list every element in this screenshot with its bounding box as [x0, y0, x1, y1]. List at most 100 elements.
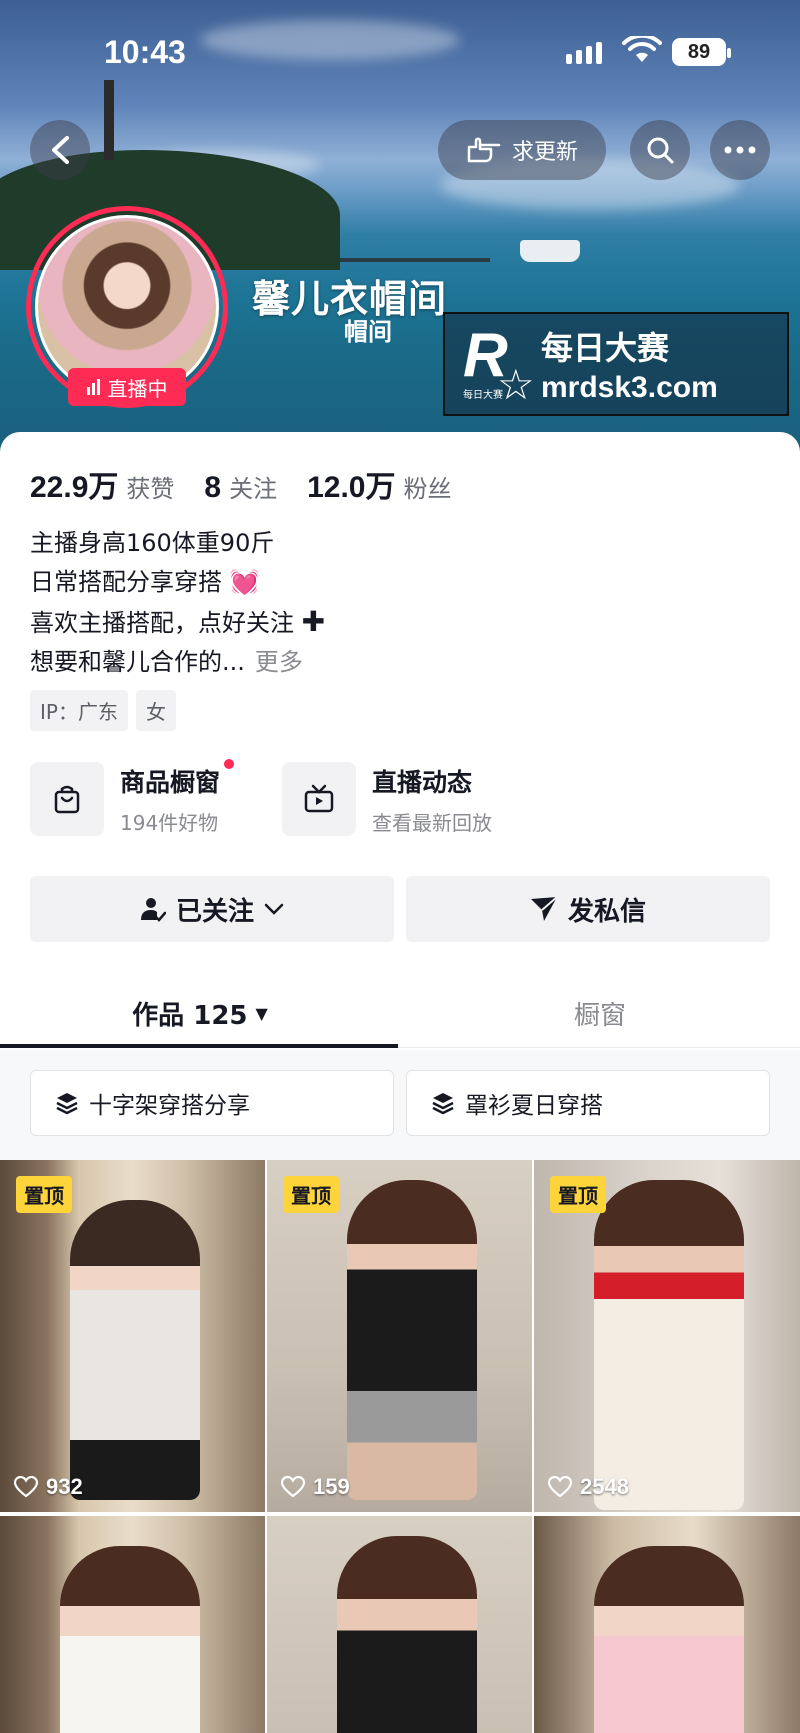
bio-line-text: 喜欢主播搭配，点好关注	[30, 609, 294, 637]
video-thumbnail[interactable]	[267, 1516, 532, 1733]
heart-outline-icon	[281, 1476, 305, 1498]
shopping-bag-icon	[30, 762, 104, 836]
bio-line-text: 日常搭配分享穿搭	[30, 568, 222, 596]
more-dots-icon	[724, 146, 756, 154]
shop-window-title: 商品橱窗	[120, 767, 221, 797]
content-tabs: 作品 125 ▼ 橱窗	[0, 980, 800, 1048]
profile-stats: 22.9万 获赞 8 关注 12.0万 粉丝	[30, 462, 451, 506]
search-button[interactable]	[630, 120, 690, 180]
stat-followers-value: 12.0万	[307, 471, 396, 504]
watermark-logo: R ☆ 每日大赛	[463, 321, 535, 409]
user-check-icon	[140, 898, 166, 922]
video-thumbnail[interactable]	[534, 1516, 800, 1733]
tab-works[interactable]: 作品 125 ▼	[0, 980, 400, 1048]
live-badge-label: 直播中	[107, 376, 168, 401]
model-figure	[594, 1546, 744, 1733]
model-figure	[594, 1180, 744, 1510]
layers-icon	[56, 1093, 78, 1115]
bio-line-text: 想要和馨儿合作的...	[30, 648, 245, 676]
collection-chip[interactable]: 罩衫夏日穿搭	[406, 1070, 770, 1136]
video-thumbnail[interactable]: 置顶 932	[0, 1160, 265, 1512]
gender-tag: 女	[135, 690, 176, 731]
watermark-brand: 每日大赛	[541, 329, 670, 367]
video-likes-count: 159	[313, 1474, 350, 1499]
video-thumbnail[interactable]	[0, 1516, 265, 1733]
pinned-badge: 置顶	[550, 1176, 606, 1213]
video-thumbnail[interactable]: 置顶 159	[267, 1160, 532, 1512]
request-update-button[interactable]: 求更新	[438, 120, 606, 180]
live-bars-icon	[86, 379, 100, 395]
profile-banner: 10:43 89 求更新 直播中 馨儿衣帽间 帽间 R ☆ 每日大赛 每日大赛 …	[0, 0, 800, 470]
profile-tags: IP：广东 女	[30, 690, 176, 731]
chevron-left-icon	[52, 136, 69, 164]
pier	[340, 258, 490, 262]
live-updates-title: 直播动态	[372, 767, 473, 797]
send-icon	[530, 896, 558, 921]
video-likes-count: 932	[46, 1474, 83, 1499]
ip-location-tag: IP：广东	[30, 690, 128, 731]
video-likes: 2548	[548, 1474, 629, 1500]
pointing-hand-icon	[467, 137, 501, 163]
search-icon	[647, 137, 674, 164]
shop-window-entry[interactable]: 商品橱窗 194件好物	[30, 758, 252, 836]
stat-following[interactable]: 8 关注	[204, 469, 277, 505]
following-button[interactable]: 已关注	[30, 876, 394, 942]
live-updates-subtitle: 查看最新回放	[372, 810, 492, 835]
collection-label: 罩衫夏日穿搭	[465, 1093, 603, 1119]
model-figure	[337, 1536, 477, 1733]
video-likes-count: 2548	[580, 1474, 629, 1499]
layers-icon	[432, 1093, 454, 1115]
stat-followers[interactable]: 12.0万 粉丝	[307, 462, 451, 506]
video-grid: 置顶 932 置顶 159 置顶 2548	[0, 1160, 800, 1733]
video-likes: 932	[14, 1474, 83, 1500]
feature-entries: 商品橱窗 194件好物 直播动态 查看最新回放	[30, 758, 504, 836]
status-time: 10:43	[104, 34, 186, 70]
tab-showcase[interactable]: 橱窗	[400, 980, 800, 1047]
tv-icon	[282, 762, 356, 836]
watermark-small-text: 每日大赛	[463, 390, 503, 401]
stat-likes-value: 22.9万	[30, 471, 119, 504]
bio-line: 喜欢主播搭配，点好关注 ✚	[30, 602, 325, 643]
tab-showcase-label: 橱窗	[573, 1001, 626, 1031]
heart-icon: 💓	[229, 568, 260, 596]
stat-likes-label: 获赞	[126, 475, 175, 503]
send-message-label: 发私信	[567, 896, 646, 927]
heart-outline-icon	[14, 1476, 38, 1498]
pinned-badge: 置顶	[16, 1176, 72, 1213]
signal-icon	[566, 42, 602, 64]
bio-line: 日常搭配分享穿搭 💓	[30, 563, 325, 602]
video-thumbnail[interactable]: 置顶 2548	[534, 1160, 800, 1512]
chevron-down-icon	[264, 903, 284, 915]
shop-window-subtitle: 194件好物	[120, 810, 219, 835]
following-label: 已关注	[175, 896, 254, 927]
collection-label: 十字架穿搭分享	[89, 1093, 250, 1119]
collections-bar: 十字架穿搭分享 罩衫夏日穿搭	[0, 1050, 800, 1160]
battery-indicator: 89	[672, 38, 731, 66]
shop-subtitle: 帽间	[344, 318, 392, 346]
heart-outline-icon	[548, 1476, 572, 1498]
bio-more-link[interactable]: 更多	[255, 648, 303, 676]
watermark-url: mrdsk3.com	[541, 371, 718, 404]
wifi-icon	[622, 36, 662, 62]
request-update-label: 求更新	[511, 140, 578, 165]
collection-chip[interactable]: 十字架穿搭分享	[30, 1070, 394, 1136]
profile-actions: 已关注 发私信	[30, 876, 770, 942]
tab-works-label: 作品 125	[132, 1001, 248, 1031]
model-figure	[347, 1180, 477, 1500]
notification-dot	[224, 758, 235, 769]
plus-icon: ✚	[301, 605, 326, 638]
video-likes: 159	[281, 1474, 350, 1500]
live-badge[interactable]: 直播中	[68, 368, 186, 406]
stat-following-value: 8	[204, 471, 222, 504]
stat-following-label: 关注	[229, 475, 278, 503]
live-updates-entry[interactable]: 直播动态 查看最新回放	[282, 762, 504, 836]
stat-likes[interactable]: 22.9万 获赞	[30, 462, 174, 506]
pinned-badge: 置顶	[283, 1176, 339, 1213]
back-button[interactable]	[30, 120, 90, 180]
model-figure	[70, 1200, 200, 1500]
status-bar: 10:43 89	[0, 0, 800, 100]
more-options-button[interactable]	[710, 120, 770, 180]
bio-line: 想要和馨儿合作的... 更多	[30, 643, 325, 682]
profile-bio[interactable]: 主播身高160体重90斤 日常搭配分享穿搭 💓 喜欢主播搭配，点好关注 ✚ 想要…	[30, 524, 325, 682]
send-message-button[interactable]: 发私信	[406, 876, 770, 942]
